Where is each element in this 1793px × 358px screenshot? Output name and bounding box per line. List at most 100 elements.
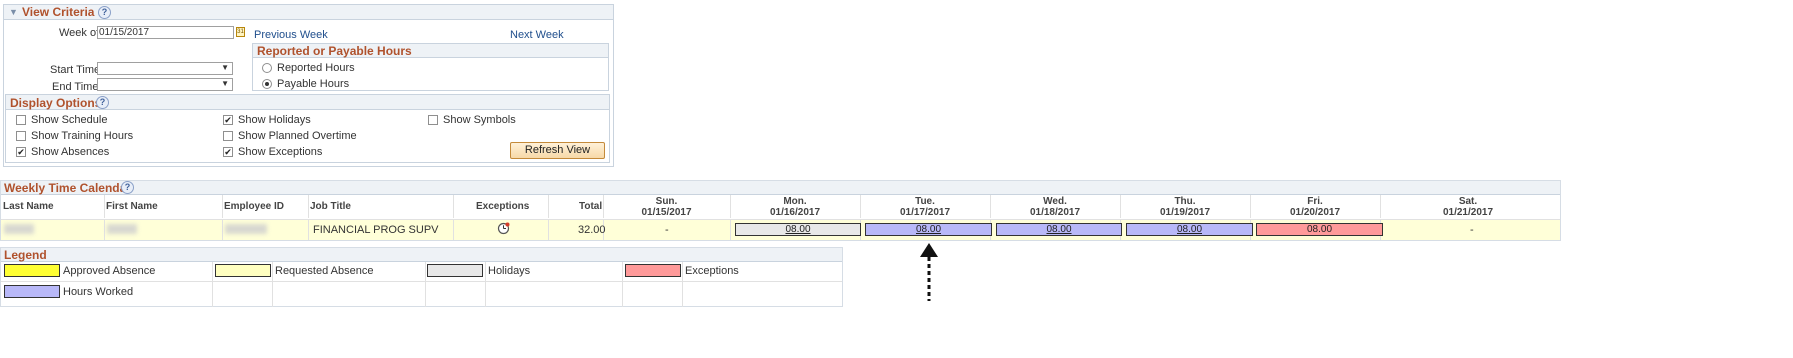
day-cell-fri[interactable]: 08.00: [1256, 223, 1383, 236]
legend-label-holidays: Holidays: [488, 265, 531, 277]
legend-swatch-approved-absence: [4, 264, 60, 277]
start-time-label: Start Time: [50, 64, 101, 76]
chevron-down-icon: ▼: [221, 63, 229, 72]
display-options-title: Display Options: [10, 96, 102, 110]
job-title-cell: FINANCIAL PROG SUPV: [313, 224, 439, 236]
clock-exception-icon[interactable]: [497, 222, 510, 235]
show-schedule-checkbox[interactable]: Show Schedule: [16, 114, 107, 126]
col-header-day-mon[interactable]: Mon. 01/16/2017: [730, 196, 860, 218]
chevron-down-icon: ▼: [221, 79, 229, 88]
show-symbols-checkbox[interactable]: Show Symbols: [428, 114, 516, 126]
col-header-employee-id[interactable]: Employee ID: [224, 201, 284, 212]
legend-swatch-holidays: [427, 264, 483, 277]
col-header-day-thu[interactable]: Thu. 01/19/2017: [1120, 196, 1250, 218]
refresh-view-button[interactable]: Refresh View: [510, 142, 605, 159]
column-divider: [485, 262, 486, 307]
col-header-job-title[interactable]: Job Title: [310, 201, 351, 212]
column-divider: [212, 262, 213, 307]
week-of-input[interactable]: 01/15/2017: [97, 26, 234, 39]
column-divider: [222, 195, 223, 218]
legend-label-hours-worked: Hours Worked: [63, 286, 134, 298]
column-divider: [222, 220, 223, 240]
checkbox[interactable]: [16, 131, 26, 142]
week-of-value: 01/15/2017: [99, 27, 150, 38]
previous-week-link[interactable]: Previous Week: [254, 29, 328, 41]
column-divider: [272, 262, 273, 307]
column-divider: [104, 195, 105, 218]
column-divider: [453, 220, 454, 240]
column-divider: [682, 262, 683, 307]
checkbox[interactable]: [223, 131, 233, 142]
col-header-exceptions[interactable]: Exceptions: [476, 201, 529, 212]
annotation-arrow-icon: [920, 243, 938, 301]
reported-payable-title: Reported or Payable Hours: [257, 44, 412, 58]
view-criteria-title: View Criteria: [22, 5, 95, 19]
start-time-select[interactable]: ▼: [97, 62, 233, 75]
checkbox-checked[interactable]: ✔: [223, 115, 233, 126]
col-header-day-fri[interactable]: Fri. 01/20/2017: [1250, 196, 1380, 218]
help-icon[interactable]: ?: [98, 6, 111, 19]
legend-label-requested-absence: Requested Absence: [275, 265, 374, 277]
day-cell-thu[interactable]: 08.00: [1126, 223, 1253, 236]
calendar-icon[interactable]: 31: [236, 27, 245, 37]
day-cell-mon[interactable]: 08.00: [735, 223, 861, 236]
show-training-hours-checkbox[interactable]: Show Training Hours: [16, 130, 133, 142]
day-cell-sun: -: [665, 224, 669, 236]
legend-panel: Legend: [0, 247, 843, 307]
help-icon[interactable]: ?: [96, 96, 109, 109]
column-divider: [622, 262, 623, 307]
show-absences-checkbox[interactable]: ✔ Show Absences: [16, 146, 109, 158]
reported-hours-radio[interactable]: Reported Hours: [262, 62, 355, 74]
col-header-day-wed[interactable]: Wed. 01/18/2017: [990, 196, 1120, 218]
checkbox-checked[interactable]: ✔: [16, 147, 26, 158]
weekly-calendar-header: Weekly Time Calendar ?: [1, 181, 1560, 195]
end-time-select[interactable]: ▼: [97, 78, 233, 91]
col-header-day-sat[interactable]: Sat. 01/21/2017: [1380, 196, 1556, 218]
help-icon[interactable]: ?: [121, 181, 134, 194]
col-header-day-sun[interactable]: Sun. 01/15/2017: [603, 196, 730, 218]
col-header-total[interactable]: Total: [579, 201, 602, 212]
legend-label-exceptions: Exceptions: [685, 265, 739, 277]
show-exceptions-checkbox[interactable]: ✔ Show Exceptions: [223, 146, 322, 158]
legend-header: Legend: [1, 248, 842, 262]
weekly-calendar-title: Weekly Time Calendar: [4, 181, 131, 195]
col-header-last-name[interactable]: Last Name: [3, 201, 54, 212]
column-divider: [548, 220, 549, 240]
payable-hours-radio[interactable]: Payable Hours: [262, 78, 349, 90]
total-cell: 32.00: [578, 224, 606, 236]
column-divider: [548, 195, 549, 218]
view-criteria-header: ▼ View Criteria ?: [4, 5, 613, 20]
legend-title: Legend: [4, 248, 47, 262]
day-cell-sat: -: [1470, 224, 1474, 236]
week-of-label: Week of: [59, 27, 100, 39]
col-header-first-name[interactable]: First Name: [106, 201, 158, 212]
last-name-cell: [4, 224, 34, 234]
col-header-day-tue[interactable]: Tue. 01/17/2017: [860, 196, 990, 218]
reported-payable-header: Reported or Payable Hours: [253, 44, 608, 58]
checkbox-checked[interactable]: ✔: [223, 147, 233, 158]
checkbox[interactable]: [16, 115, 26, 126]
checkbox[interactable]: [428, 115, 438, 126]
end-time-label: End Time: [52, 81, 99, 93]
legend-swatch-hours-worked: [4, 285, 60, 298]
column-divider: [453, 195, 454, 218]
first-name-cell: [107, 224, 137, 234]
display-options-header: Display Options ?: [6, 95, 609, 110]
column-divider: [730, 220, 731, 240]
radio-button[interactable]: [262, 63, 272, 74]
show-planned-overtime-checkbox[interactable]: Show Planned Overtime: [223, 130, 357, 142]
column-divider: [425, 262, 426, 307]
day-cell-wed[interactable]: 08.00: [996, 223, 1122, 236]
collapse-triangle-icon[interactable]: ▼: [9, 7, 18, 17]
employee-id-cell: [225, 224, 267, 234]
column-divider: [308, 220, 309, 240]
legend-row-divider: [1, 281, 842, 282]
column-divider: [308, 195, 309, 218]
next-week-link[interactable]: Next Week: [510, 29, 564, 41]
day-cell-tue[interactable]: 08.00: [865, 223, 992, 236]
legend-swatch-exceptions: [625, 264, 681, 277]
show-holidays-checkbox[interactable]: ✔ Show Holidays: [223, 114, 311, 126]
radio-button-selected[interactable]: [262, 79, 272, 90]
legend-swatch-requested-absence: [215, 264, 271, 277]
column-divider: [104, 220, 105, 240]
